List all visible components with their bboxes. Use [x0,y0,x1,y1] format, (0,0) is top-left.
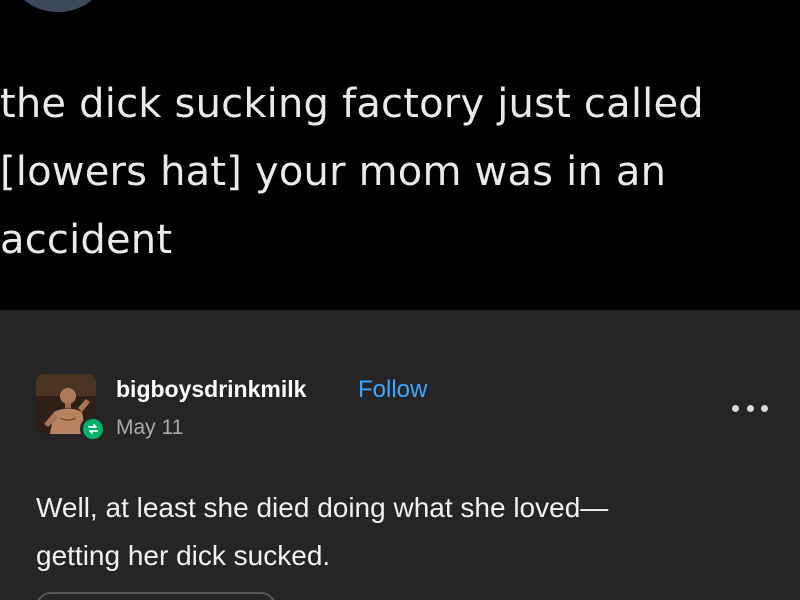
more-options-icon[interactable] [732,398,768,418]
follow-button[interactable]: Follow [358,376,427,404]
reblog-icon [80,416,106,442]
screenshot: the dick sucking factory just called [lo… [0,0,800,600]
tag-pill[interactable] [36,592,276,600]
post-date[interactable]: May 11 [116,416,183,440]
tweet-line: the dick sucking factory just called [0,81,704,127]
tweet-line: [lowers hat] your mom was in an [0,149,667,195]
reply-post: bigboysdrinkmilk Follow May 11 Well, at … [0,310,800,600]
username-link[interactable]: bigboysdrinkmilk [116,376,306,403]
tweet-line: accident [0,217,173,263]
post-body: Well, at least she died doing what she l… [36,484,756,580]
tweet-panel: the dick sucking factory just called [lo… [0,0,800,310]
post-line: Well, at least she died doing what she l… [36,492,609,523]
tweet-text: the dick sucking factory just called [lo… [0,70,800,274]
tweet-avatar [10,0,106,12]
post-line: getting her dick sucked. [36,540,331,571]
